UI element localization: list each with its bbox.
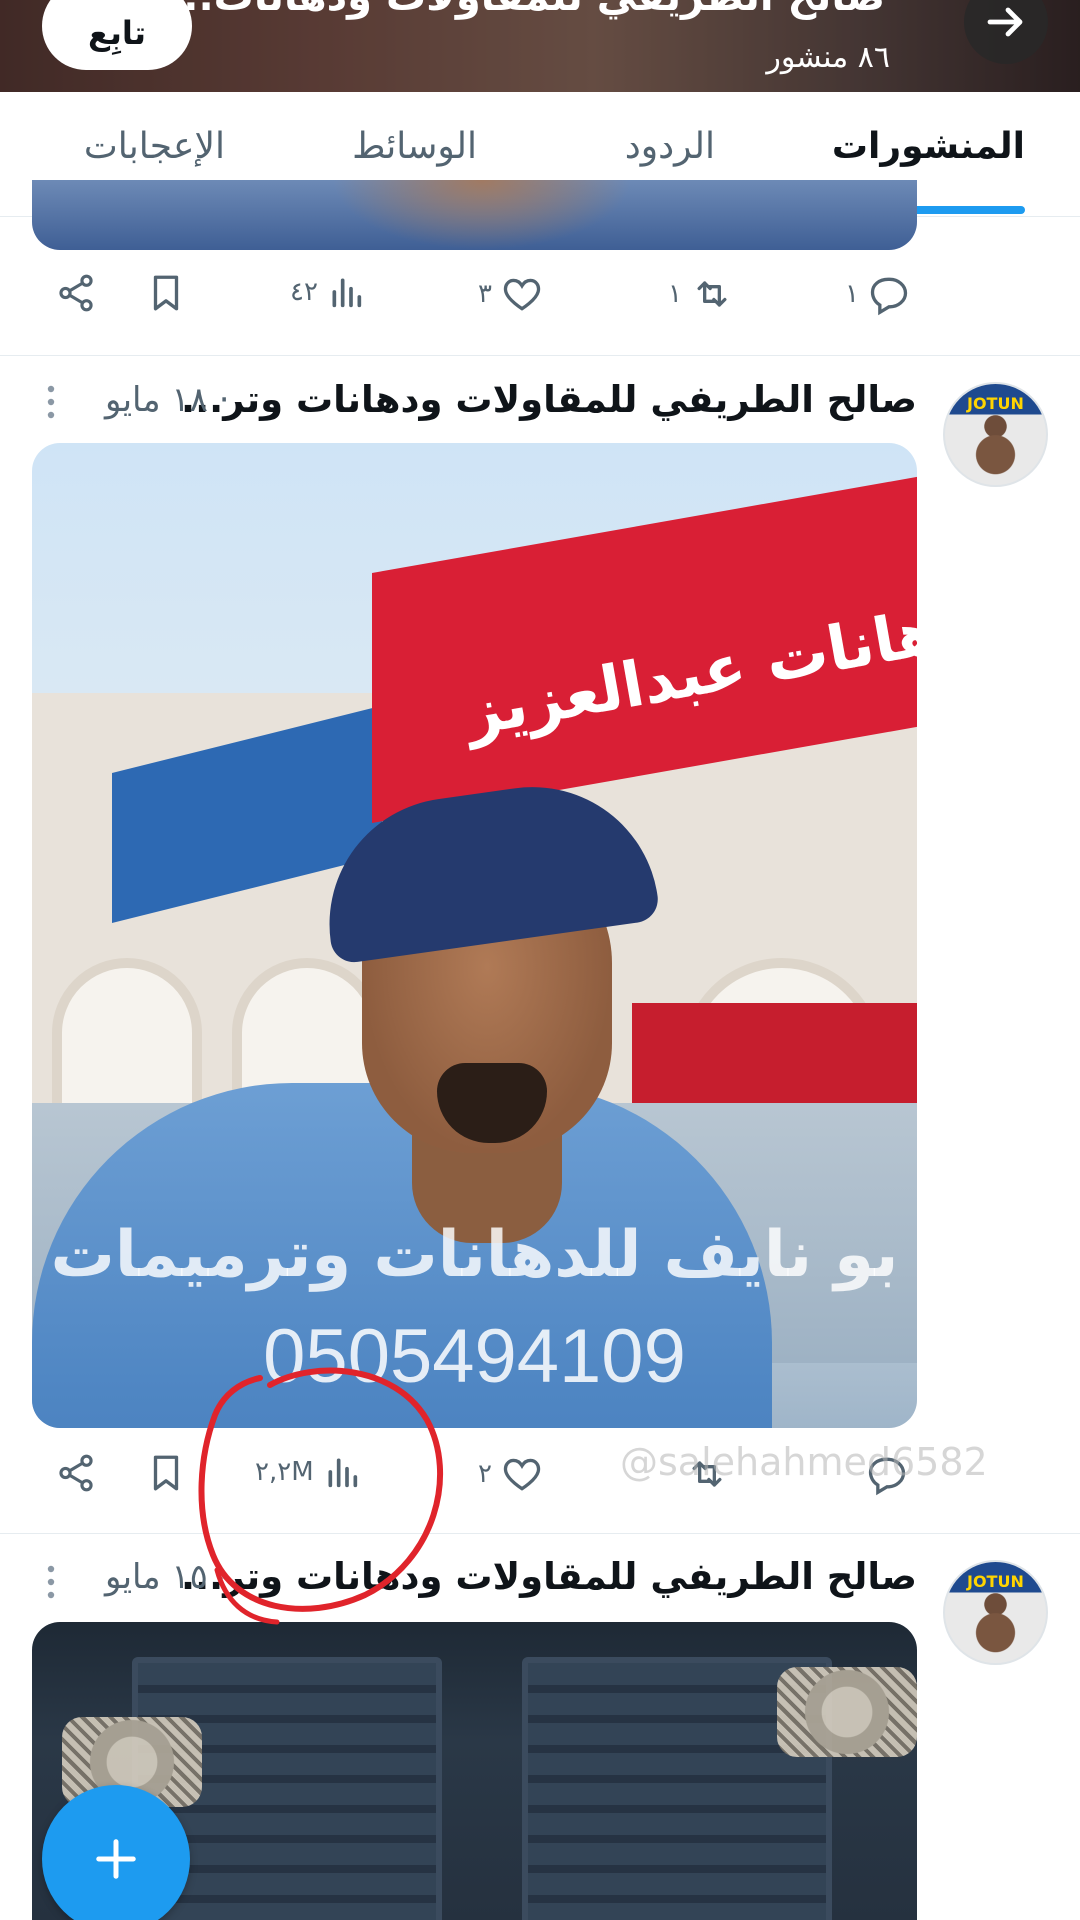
reply-icon xyxy=(870,277,908,316)
tab-media[interactable]: الوسائط xyxy=(352,126,477,167)
like-button[interactable]: ٢ xyxy=(478,1452,544,1496)
header-title: صالح الطريفي للمقاولات ودهانات... xyxy=(168,0,885,20)
share-button[interactable] xyxy=(55,272,97,314)
like-button[interactable]: ٣ xyxy=(478,272,544,316)
tab-posts[interactable]: المنشورات xyxy=(832,126,1025,167)
tab-likes[interactable]: الإعجابات xyxy=(84,126,225,167)
avatar[interactable]: JOTUN xyxy=(943,1560,1048,1665)
tiktok-watermark: @salehahmed6582 xyxy=(620,1440,988,1484)
reply-button[interactable]: ١ xyxy=(845,272,911,316)
photo-overlay-text: بو نايف للدهانات وترميمات xyxy=(50,1218,899,1292)
plus-icon xyxy=(96,1839,136,1879)
post-divider xyxy=(0,355,1080,356)
bookmark-icon xyxy=(153,1455,179,1491)
bookmark-icon xyxy=(153,275,179,311)
share-button[interactable] xyxy=(55,1452,97,1494)
post-action-bar: ١ ١ ٣ ٤٢ xyxy=(0,272,1080,332)
like-count: ٣ xyxy=(478,279,492,309)
avatar-brand-text: JOTUN xyxy=(967,1572,1024,1591)
red-circle-annotation xyxy=(198,1367,444,1625)
heart-icon xyxy=(503,1458,541,1491)
compose-post-button[interactable] xyxy=(42,1785,190,1920)
repost-count: ١ xyxy=(668,279,682,309)
post-divider xyxy=(0,1533,1080,1534)
views-button[interactable]: ٤٢ xyxy=(290,272,366,312)
photo-ornament xyxy=(777,1667,917,1757)
views-count: ٤٢ xyxy=(290,277,318,307)
post-date[interactable]: · ١٨ مايو xyxy=(105,380,230,420)
bookmark-button[interactable] xyxy=(145,1452,187,1494)
share-icon xyxy=(59,1454,93,1492)
repost-button[interactable]: ١ xyxy=(668,272,734,316)
photo-overlay-phone: 0505494109 xyxy=(263,1314,686,1399)
more-options-icon[interactable] xyxy=(44,382,58,422)
post-media-photo[interactable]: دهانات عبدالعزيز بو نايف للدهانات وترميم… xyxy=(32,443,917,1428)
arrow-right-icon xyxy=(987,7,1023,37)
follow-button[interactable]: تابِع xyxy=(42,0,192,70)
more-options-icon[interactable] xyxy=(44,1562,58,1602)
bookmark-button[interactable] xyxy=(145,272,187,314)
header-post-count: ٨٦ منشور xyxy=(766,40,890,75)
post-media[interactable] xyxy=(32,180,917,250)
avatar-brand-text: JOTUN xyxy=(967,394,1024,413)
share-icon xyxy=(59,274,93,312)
reply-count: ١ xyxy=(845,279,859,309)
avatar[interactable]: JOTUN xyxy=(943,382,1048,487)
bar-chart-icon xyxy=(332,278,362,308)
heart-icon xyxy=(503,278,541,311)
like-count: ٢ xyxy=(478,1459,492,1489)
tab-replies[interactable]: الردود xyxy=(625,126,715,167)
repost-icon xyxy=(697,281,727,307)
post-author-name[interactable]: صالح الطريفي للمقاولات ودهانات وتر... xyxy=(181,378,917,421)
